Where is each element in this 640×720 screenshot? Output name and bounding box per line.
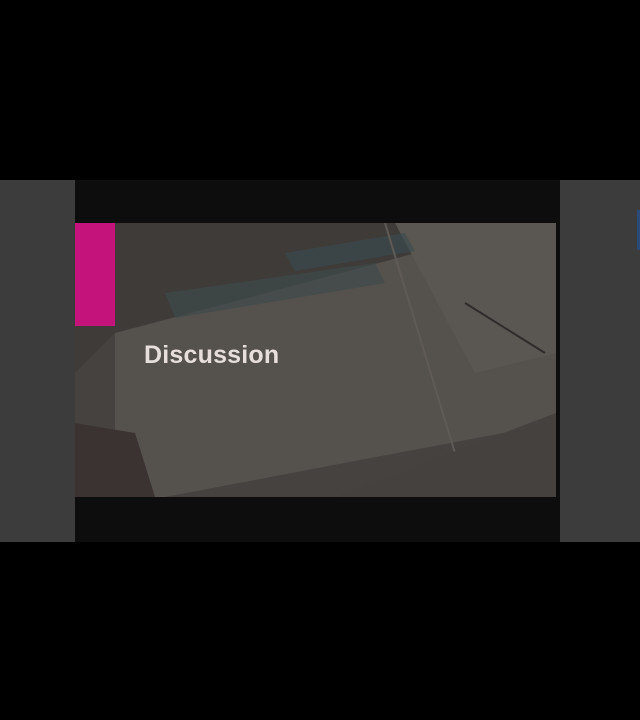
accent-bar [75, 223, 115, 326]
slide-frame: Discussion [75, 180, 560, 542]
video-player-screen: Discussion [0, 0, 640, 720]
right-side-panel [560, 180, 640, 542]
slide: Discussion [75, 223, 556, 497]
left-side-panel [0, 180, 75, 542]
presentation-stage: Discussion [0, 180, 640, 542]
slide-title: Discussion [144, 341, 280, 369]
